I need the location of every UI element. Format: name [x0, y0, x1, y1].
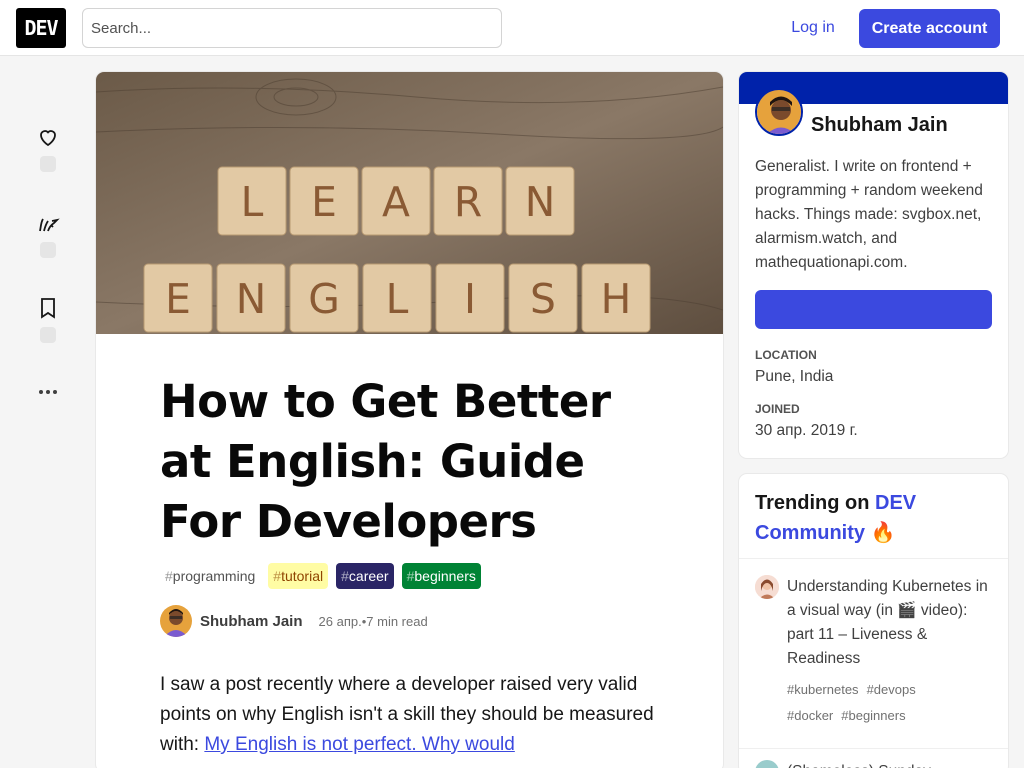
divider: [739, 558, 1008, 559]
bookmark-count: [40, 327, 56, 343]
article-title: How to Get Better at English: Guide For …: [160, 375, 611, 548]
cover-blocks-english: ENGL I SH: [143, 263, 651, 333]
letter-glyph: I: [464, 275, 476, 323]
bookmark-reaction[interactable]: [32, 296, 64, 343]
letter-glyph: R: [454, 178, 482, 226]
author-profile-card: Shubham Jain Generalist. I write on fron…: [739, 72, 1008, 458]
more-horizontal-icon: [39, 390, 57, 394]
tag-career[interactable]: # career: [336, 563, 394, 589]
trend-post-title[interactable]: (Shameless) Sunday ...: [787, 760, 997, 768]
create-account-button[interactable]: Create account: [859, 9, 1000, 48]
letter-glyph: E: [165, 275, 191, 323]
tag-label: career: [348, 568, 389, 584]
letter-glyph: N: [236, 275, 267, 323]
letter-glyph: E: [311, 178, 337, 226]
trend-tag[interactable]: #beginners: [841, 703, 905, 729]
trend-author-avatar[interactable]: [755, 575, 779, 599]
author-row: Shubham Jain 26 апр. • 7 min read: [160, 605, 428, 637]
letter-glyph: N: [525, 178, 556, 226]
joined-value: 30 апр. 2019 г.: [755, 422, 858, 439]
tag-beginners[interactable]: # beginners: [401, 563, 481, 589]
trending-card: Trending on DEV Community 🔥 Understandin…: [739, 474, 1008, 768]
letter-glyph: L: [241, 178, 264, 226]
trend-tag[interactable]: #docker: [787, 703, 833, 729]
trending-prefix: Trending on: [755, 492, 875, 514]
bookmark-icon: [41, 298, 55, 319]
tag-programming[interactable]: # programming: [160, 563, 261, 589]
heart-count: [40, 156, 56, 172]
cover-blocks-learn: LEARN: [217, 166, 575, 236]
tag-hash: #: [341, 568, 349, 584]
login-link[interactable]: Log in: [776, 9, 850, 47]
profile-avatar[interactable]: [755, 88, 803, 136]
post-date: 26 апр.: [318, 613, 362, 629]
trend-tag[interactable]: #kubernetes: [787, 677, 859, 703]
unicorn-count: [40, 242, 56, 258]
body-link[interactable]: My English is not perfect. Why would: [204, 734, 514, 755]
divider: [739, 748, 1008, 749]
search-input[interactable]: [82, 8, 502, 48]
follow-button[interactable]: [755, 290, 992, 329]
heart-reaction[interactable]: [32, 125, 64, 172]
letter-glyph: L: [386, 275, 409, 323]
fire-icon: 🔥: [870, 522, 896, 544]
tag-hash: #: [273, 568, 282, 584]
letter-glyph: S: [530, 275, 556, 323]
letter-glyph: H: [601, 275, 632, 323]
letter-glyph: A: [382, 178, 410, 226]
tag-hash: #: [165, 568, 173, 584]
trending-heading: Trending on DEV Community 🔥: [755, 488, 995, 548]
trend-author-avatar[interactable]: [755, 760, 779, 768]
joined-label: JOINED: [755, 402, 800, 416]
letter-glyph: G: [308, 275, 340, 323]
read-time: 7 min read: [366, 613, 428, 629]
tag-label: beginners: [414, 568, 476, 584]
unicorn-reaction[interactable]: [32, 211, 64, 258]
location-label: LOCATION: [755, 348, 817, 362]
trend-tag[interactable]: #devops: [867, 677, 916, 703]
trend-post-tags: #kubernetes #devops #docker #beginners: [787, 677, 997, 729]
tag-list: # programming # tutorial # career # beginners: [160, 563, 481, 589]
tag-hash: #: [406, 568, 415, 584]
trend-post-title[interactable]: Understanding Kubernetes in a visual way…: [787, 575, 997, 671]
article-body: I saw a post recently where a developer …: [160, 670, 670, 760]
profile-bio: Generalist. I write on frontend + progra…: [755, 158, 983, 271]
heart-icon: [40, 130, 56, 147]
tag-label: tutorial: [281, 568, 324, 584]
article-card: LEARN ENGLISH How to Get Better at Engli…: [96, 72, 723, 768]
location-value: Pune, India: [755, 368, 834, 385]
dev-logo[interactable]: DEV: [16, 8, 66, 48]
cover-image: LEARN ENGLISH: [96, 72, 723, 334]
more-options-button[interactable]: [32, 380, 64, 404]
tag-label: programming: [172, 568, 256, 584]
top-header: DEV Log in Create account: [0, 0, 1024, 56]
author-name[interactable]: Shubham Jain: [200, 613, 303, 630]
author-avatar[interactable]: [160, 605, 192, 637]
tag-tutorial[interactable]: # tutorial: [268, 563, 329, 589]
unicorn-icon: [39, 218, 60, 232]
profile-name[interactable]: Shubham Jain: [811, 114, 948, 137]
